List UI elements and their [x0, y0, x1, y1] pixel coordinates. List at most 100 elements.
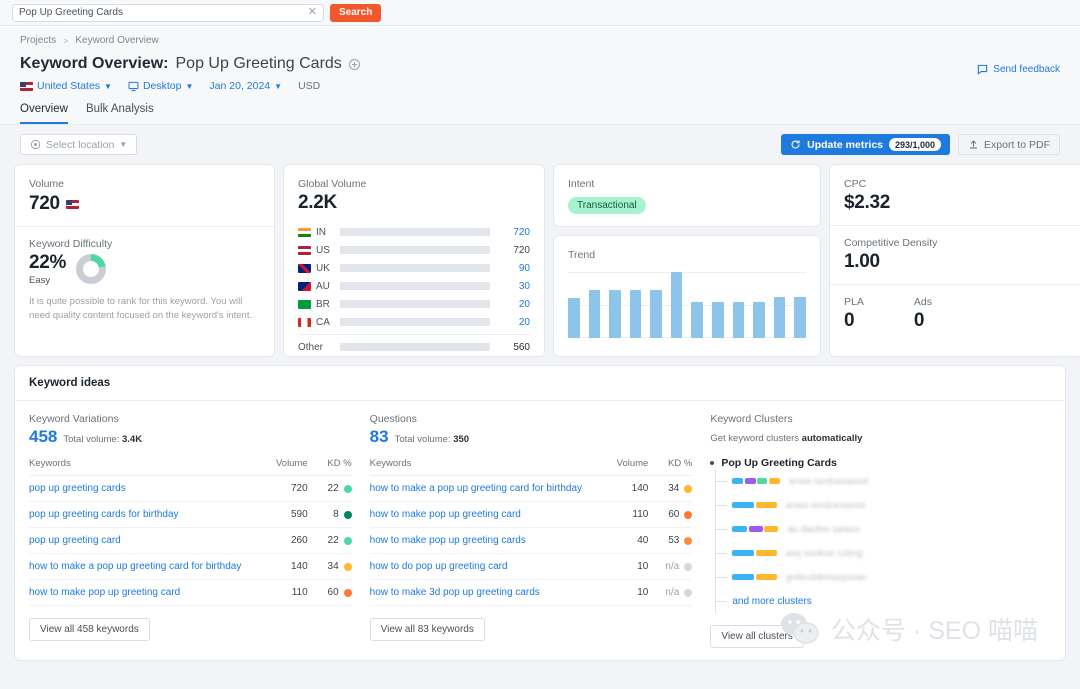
keyword-link[interactable]: how to make pop up greeting card [29, 587, 180, 598]
volume-value[interactable]: 20 [498, 317, 530, 328]
pla-metric: PLA 0 [844, 296, 864, 332]
keyword-variations-total-volume: Total volume: 3.4K [63, 434, 142, 445]
view-all-variations-button[interactable]: View all 458 keywords [29, 618, 150, 641]
clear-search-icon[interactable]: ✕ [302, 7, 323, 18]
volume-value[interactable]: 20 [498, 299, 530, 310]
trend-bar [588, 290, 601, 338]
keyword-difficulty-description: It is quite possible to rank for this ke… [29, 296, 253, 321]
trend-bar [650, 290, 662, 338]
table-row: how to make pop up greeting card 110 60 [29, 579, 352, 606]
divider [298, 334, 530, 335]
global-volume-row: CA 20 [298, 313, 530, 331]
cluster-item[interactable]: ao dauthe salaox [716, 517, 1051, 541]
cluster-segment-bar [732, 502, 777, 508]
more-clusters-item[interactable]: and more clusters [716, 589, 1051, 613]
keyword-cell: pop up greeting cards [29, 475, 262, 502]
keyword-link[interactable]: how to make 3d pop up greeting cards [370, 587, 540, 598]
keyword-ideas-heading: Keyword ideas [15, 366, 1065, 401]
kd-dot-icon [684, 588, 693, 597]
br-flag-icon [298, 299, 311, 309]
trend-bar [773, 297, 786, 338]
trend-bar [712, 302, 724, 338]
search-input[interactable] [13, 4, 302, 21]
tab-bulk-analysis[interactable]: Bulk Analysis [86, 103, 154, 124]
kd-cell: 22 [307, 475, 352, 502]
clusters-subtitle-prefix: Get keyword clusters [710, 433, 800, 444]
update-metrics-label: Update metrics [807, 138, 883, 151]
table-row: pop up greeting cards for birthday 590 8 [29, 501, 352, 528]
cluster-item[interactable]: gnikrubtkelaxposac [716, 565, 1051, 589]
keyword-link[interactable]: how to make a pop up greeting card for b… [29, 561, 241, 572]
view-all-clusters-button[interactable]: View all clusters [710, 625, 804, 648]
volume-value: 720 [29, 193, 60, 214]
keyword-ideas-body: Keyword Variations 458 Total volume: 3.4… [15, 401, 1065, 648]
keyword-link[interactable]: pop up greeting card [29, 535, 121, 546]
cluster-label: anwo sentuesavod [785, 499, 866, 511]
location-label: Select location [46, 138, 115, 151]
kd-cell: 8 [307, 501, 352, 528]
keyword-cell: how to make a pop up greeting card for b… [369, 475, 603, 502]
kd-dot-icon [343, 562, 352, 571]
trend-card: Trend [553, 235, 821, 357]
location-selector[interactable]: Select location ▼ [20, 134, 138, 155]
volume-value[interactable]: 90 [498, 263, 530, 274]
search-field-wrapper[interactable]: ✕ [12, 3, 324, 22]
kd-cell: 34 [307, 553, 352, 580]
total-volume-value: 350 [453, 434, 470, 445]
keyword-link[interactable]: how to make a pop up greeting card for b… [370, 483, 582, 494]
country-code: BR [316, 298, 330, 310]
keyword-link[interactable]: how to do pop up greeting card [370, 561, 508, 572]
add-to-list-icon[interactable] [348, 58, 360, 70]
keyword-cell: pop up greeting cards for birthday [29, 501, 262, 528]
breadcrumb-projects[interactable]: Projects [20, 35, 56, 46]
upload-icon [970, 140, 977, 149]
date-selector[interactable]: Jan 20, 2024 ▼ [209, 80, 282, 92]
au-flag-icon [298, 281, 311, 291]
ads-label: Ads [913, 296, 932, 308]
kd-value: 53 [668, 535, 680, 546]
col-kd: KD % [648, 458, 693, 476]
cluster-label: asq xonkue cxbng [785, 547, 863, 559]
cluster-segment [755, 574, 777, 580]
view-all-questions-button[interactable]: View all 83 keywords [369, 618, 485, 641]
trend-bar [568, 298, 580, 338]
keyword-link[interactable]: pop up greeting cards for birthday [29, 509, 179, 520]
send-feedback-link[interactable]: Send feedback [977, 64, 1060, 75]
volume-cell: 720 [261, 475, 308, 502]
keyword-variations-count[interactable]: 458 [29, 427, 57, 447]
cluster-label: ao dauthe salaox [787, 523, 860, 535]
kd-cell: n/a [648, 553, 693, 580]
more-clusters-link[interactable]: and more clusters [732, 596, 811, 607]
volume-value[interactable]: 720 [498, 227, 530, 238]
keyword-link[interactable]: how to make pop up greeting card [370, 509, 521, 520]
keyword-variations-column: Keyword Variations 458 Total volume: 3.4… [29, 413, 370, 648]
cpc-card: CPC $2.32 Competitive Density 1.00 PLA 0… [829, 164, 1080, 357]
keyword-link[interactable]: how to make pop up greeting cards [370, 535, 526, 546]
device-selector[interactable]: Desktop ▼ [128, 80, 193, 92]
cluster-segment-bar [732, 574, 777, 580]
cluster-item[interactable]: anwo sentuesavod [716, 493, 1051, 517]
global-volume-total: 2.2K [298, 192, 337, 213]
country-code: IN [316, 226, 326, 238]
cluster-item[interactable]: anwo sentuesavod [716, 469, 1051, 493]
uk-flag-icon [298, 263, 311, 273]
keyword-cell: how to make pop up greeting cards [369, 527, 603, 554]
tab-overview[interactable]: Overview [20, 103, 68, 124]
country-code: UK [316, 262, 330, 274]
country-selector[interactable]: United States ▼ [20, 80, 112, 92]
trend-label: Trend [568, 249, 596, 261]
keyword-link[interactable]: pop up greeting cards [29, 483, 126, 494]
context-selectors: United States ▼ Desktop ▼ Jan 20, 2024 ▼… [20, 80, 1060, 92]
table-row: pop up greeting card 260 22 [29, 527, 352, 554]
questions-count[interactable]: 83 [370, 427, 389, 447]
export-pdf-button[interactable]: Export to PDF [958, 134, 1060, 155]
comment-icon [978, 64, 988, 75]
search-button[interactable]: Search [330, 3, 382, 22]
volume-value[interactable]: 30 [498, 281, 530, 292]
export-pdf-label: Export to PDF [984, 138, 1050, 151]
page-title: Keyword Overview: Pop Up Greeting Cards [20, 55, 1060, 73]
update-metrics-button[interactable]: Update metrics 293/1,000 [781, 134, 951, 155]
cluster-segment [764, 526, 779, 532]
cluster-list: anwo sentuesavod anwo sentuesavod ao dauth… [715, 469, 1051, 613]
cluster-item[interactable]: asq xonkue cxbng [716, 541, 1051, 565]
